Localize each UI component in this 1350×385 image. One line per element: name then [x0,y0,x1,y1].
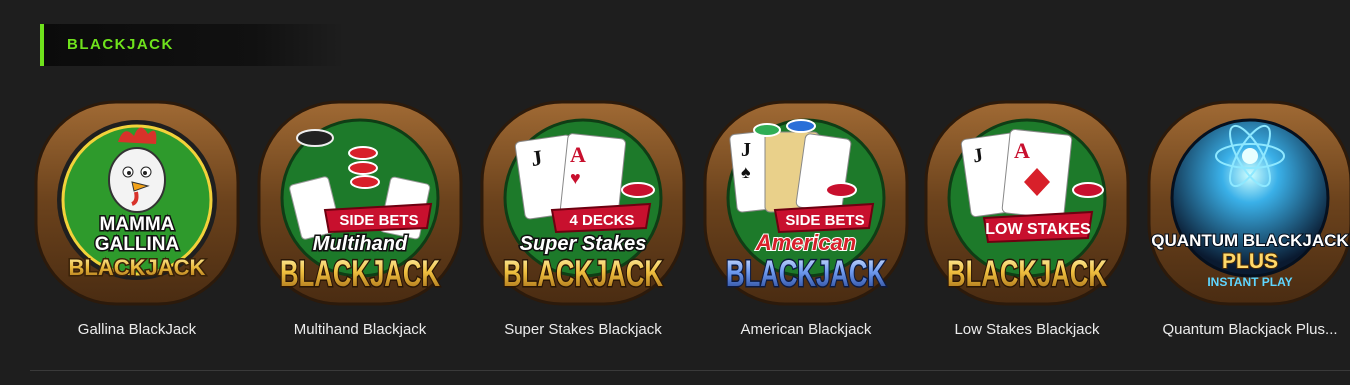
art-line2: PLUS [1222,250,1278,273]
art-line1: MAMMA [100,214,175,235]
art-word: BLACKJACK [947,253,1107,294]
game-carousel: MAMMA GALLINA BLACKJACK Gallina BlackJac… [0,98,1350,358]
game-tile-super-stakes-blackjack[interactable]: J A ♥ 4 DECKS Super Stakes BLACKJACK Sup… [478,98,688,348]
art-script: Multihand [313,233,408,255]
art-script: American [755,230,856,255]
ribbon-text: SIDE BETS [785,212,864,229]
svg-text:J: J [741,139,751,161]
svg-text:♥: ♥ [570,168,581,188]
game-tile-multihand-blackjack[interactable]: SIDE BETS Multihand BLACKJACK Multihand … [255,98,465,348]
game-thumbnail[interactable]: J A LOW STAKES BLACKJACK [922,98,1132,308]
game-title[interactable]: Low Stakes Blackjack [912,321,1142,338]
game-title[interactable]: Gallina BlackJack [22,321,252,338]
art-word: BLACKJACK [503,253,663,294]
art-line1: QUANTUM BLACKJACK [1151,231,1349,250]
game-tile-low-stakes-blackjack[interactable]: J A LOW STAKES BLACKJACK Low Stakes Blac… [922,98,1132,348]
playing-cards-icon: J A [960,128,1073,220]
game-title[interactable]: Quantum Blackjack Plus... [1135,321,1350,338]
game-thumbnail[interactable]: MAMMA GALLINA BLACKJACK [32,98,242,308]
game-thumbnail[interactable]: QUANTUM BLACKJACK PLUS INSTANT PLAY [1145,98,1350,308]
art-line3: BLACKJACK [69,255,206,280]
art-word: BLACKJACK [280,253,440,294]
section-title: BLACKJACK [67,36,174,53]
art-word: BLACKJACK [726,253,886,294]
section-header: BLACKJACK [40,24,345,66]
chip-icon [1072,182,1104,198]
game-tile-gallina-blackjack[interactable]: MAMMA GALLINA BLACKJACK Gallina BlackJac… [32,98,242,348]
ribbon-text: SIDE BETS [339,212,418,229]
game-thumbnail[interactable]: J ♠ SIDE BETS American BLACKJACK [701,98,911,308]
art-script: Super Stakes [520,233,647,255]
game-tile-american-blackjack[interactable]: J ♠ SIDE BETS American BLACKJACK America… [701,98,911,348]
art-line3: INSTANT PLAY [1207,275,1292,289]
svg-text:♠: ♠ [741,162,751,182]
game-thumbnail[interactable]: SIDE BETS Multihand BLACKJACK [255,98,465,308]
ribbon-text: 4 DECKS [569,212,634,229]
ribbon-text: LOW STAKES [985,221,1091,238]
game-thumbnail[interactable]: J A ♥ 4 DECKS Super Stakes BLACKJACK [478,98,688,308]
art-line2: GALLINA [95,234,180,255]
playing-cards-icon: J ♠ [729,129,852,213]
svg-text:A: A [570,142,586,167]
svg-text:A: A [1014,138,1030,163]
game-tile-quantum-blackjack-plus[interactable]: QUANTUM BLACKJACK PLUS INSTANT PLAY Quan… [1145,98,1350,348]
game-title[interactable]: Multihand Blackjack [245,321,475,338]
game-title[interactable]: Super Stakes Blackjack [468,321,698,338]
chip-icon [621,182,655,198]
section-divider [30,370,1350,371]
game-title[interactable]: American Blackjack [691,321,921,338]
